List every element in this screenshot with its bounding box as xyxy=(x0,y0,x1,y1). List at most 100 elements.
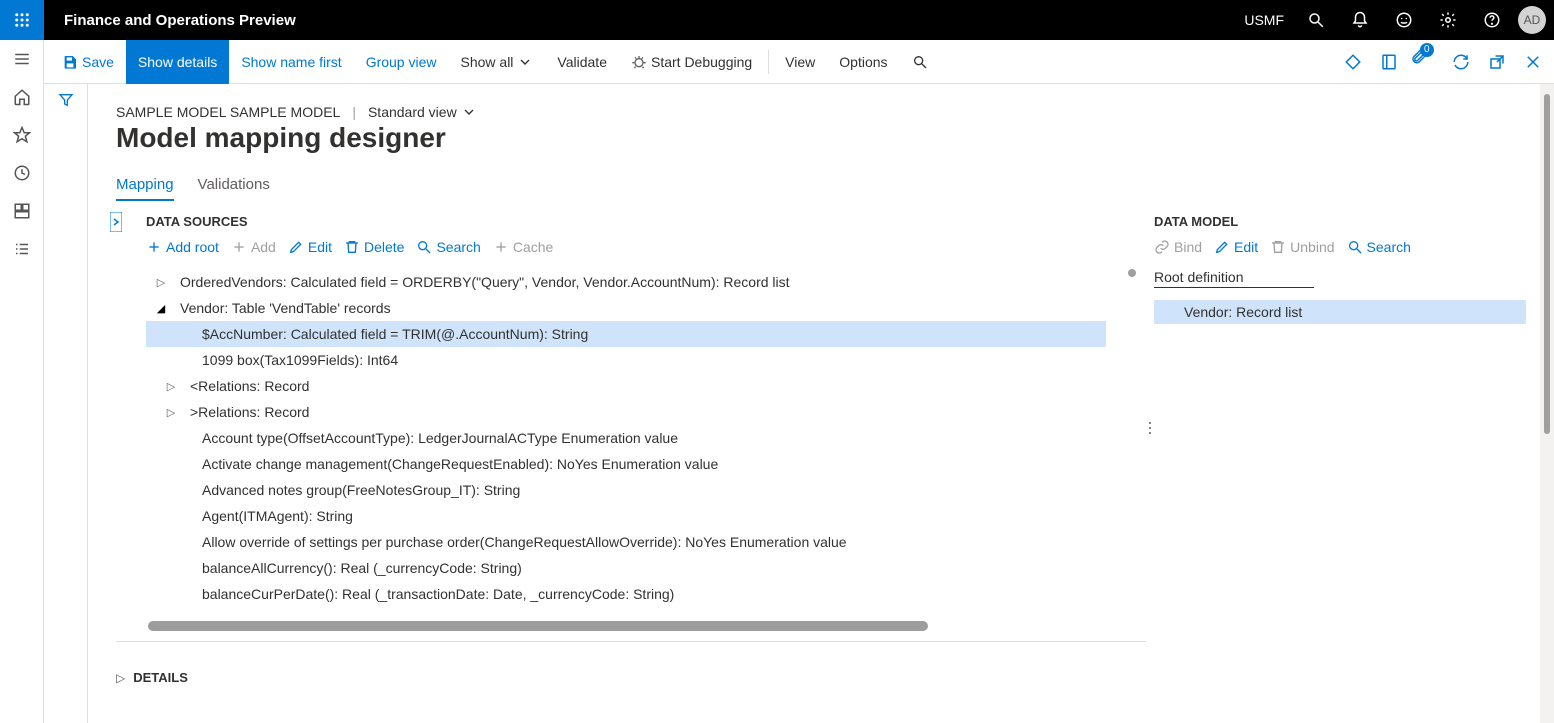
tree-row[interactable]: Advanced notes group(FreeNotesGroup_IT):… xyxy=(146,477,1106,503)
view-name: Standard view xyxy=(368,104,457,120)
tree-row[interactable]: balanceAllCurrency(): Real (_currencyCod… xyxy=(146,555,1106,581)
data-sources-title: DATA SOURCES xyxy=(146,214,1106,229)
expander-icon[interactable]: ◢ xyxy=(152,302,170,315)
save-button[interactable]: Save xyxy=(50,40,126,84)
tree-row[interactable]: ▷ OrderedVendors: Calculated field = ORD… xyxy=(146,269,1106,295)
help-icon[interactable] xyxy=(1470,0,1514,40)
horizontal-scrollbar[interactable] xyxy=(148,621,928,631)
show-name-first-button[interactable]: Show name first xyxy=(229,40,353,84)
avatar[interactable]: AD xyxy=(1518,6,1546,34)
search-icon[interactable] xyxy=(1294,0,1338,40)
show-details-label: Show details xyxy=(138,54,217,70)
show-all-label: Show all xyxy=(461,54,514,70)
filter-rail xyxy=(44,84,88,723)
show-all-dropdown[interactable]: Show all xyxy=(449,40,546,84)
actionbar-separator xyxy=(768,50,769,74)
diamond-icon[interactable] xyxy=(1338,47,1368,77)
breadcrumb-sep: | xyxy=(352,104,356,120)
details-section[interactable]: ▷ DETAILS xyxy=(116,670,1526,685)
group-view-button[interactable]: Group view xyxy=(354,40,449,84)
add-button: Add xyxy=(231,239,276,255)
data-model-title: DATA MODEL xyxy=(1154,214,1526,229)
view-menu[interactable]: View xyxy=(773,40,827,84)
dm-toolbar: Bind Edit Unbind xyxy=(1154,239,1526,255)
ds-search-button[interactable]: Search xyxy=(416,239,480,255)
root-definition-input[interactable] xyxy=(1154,287,1314,288)
content-area: SAMPLE MODEL SAMPLE MODEL | Standard vie… xyxy=(44,84,1554,723)
unbind-button: Unbind xyxy=(1270,239,1334,255)
app-launcher-button[interactable] xyxy=(0,0,44,40)
modules-icon[interactable] xyxy=(0,230,44,268)
ds-tree: ▷ OrderedVendors: Calculated field = ORD… xyxy=(146,269,1106,607)
expander-icon[interactable]: ▷ xyxy=(152,276,170,289)
workspace-icon[interactable] xyxy=(0,192,44,230)
bell-icon[interactable] xyxy=(1338,0,1382,40)
view-label: View xyxy=(785,54,815,70)
tree-row[interactable]: Allow override of settings per purchase … xyxy=(146,529,1106,555)
show-details-button[interactable]: Show details xyxy=(126,40,229,84)
funnel-icon[interactable] xyxy=(58,92,74,723)
dm-edit-button[interactable]: Edit xyxy=(1214,239,1258,255)
scrollbar-thumb[interactable] xyxy=(1544,94,1550,434)
start-debugging-button[interactable]: Start Debugging xyxy=(619,40,764,84)
refresh-icon[interactable] xyxy=(1446,47,1476,77)
save-label: Save xyxy=(82,54,114,70)
group-view-label: Group view xyxy=(366,54,437,70)
binding-indicator xyxy=(1128,269,1136,277)
tree-row[interactable]: balanceCurPerDate(): Real (_transactionD… xyxy=(146,581,1106,607)
attachments-badge: 0 xyxy=(1420,43,1434,57)
tree-row[interactable]: ◢ Vendor: Table 'VendTable' records xyxy=(146,295,1106,321)
view-dropdown[interactable]: Standard view xyxy=(368,104,477,120)
popout-icon[interactable] xyxy=(1482,47,1512,77)
tree-row[interactable]: 1099 box(Tax1099Fields): Int64 xyxy=(146,347,1106,373)
tree-row-selected[interactable]: $AccNumber: Calculated field = TRIM(@.Ac… xyxy=(146,321,1106,347)
page-title: Model mapping designer xyxy=(116,122,1526,154)
show-name-first-label: Show name first xyxy=(241,54,341,70)
settings-icon[interactable] xyxy=(1426,0,1470,40)
dm-tree-item[interactable]: Vendor: Record list xyxy=(1154,300,1526,324)
options-menu[interactable]: Options xyxy=(827,40,899,84)
close-icon[interactable] xyxy=(1518,47,1548,77)
tree-row[interactable]: ▷ <Relations: Record xyxy=(146,373,1106,399)
start-debugging-label: Start Debugging xyxy=(651,54,752,70)
tree-row[interactable]: Account type(OffsetAccountType): LedgerJ… xyxy=(146,425,1106,451)
actionbar-right: 0 xyxy=(1338,47,1548,77)
expander-icon[interactable]: ▷ xyxy=(162,380,180,393)
delete-button[interactable]: Delete xyxy=(344,239,404,255)
ds-toolbar: Add root Add Edit xyxy=(146,239,1106,255)
validate-button[interactable]: Validate xyxy=(545,40,619,84)
recent-icon[interactable] xyxy=(0,154,44,192)
tab-mapping[interactable]: Mapping xyxy=(116,176,174,201)
root-definition-label: Root definition xyxy=(1154,269,1526,285)
global-topbar: Finance and Operations Preview USMF AD xyxy=(0,0,1554,40)
expander-icon[interactable]: ▷ xyxy=(162,406,180,419)
tree-row[interactable]: ▷ >Relations: Record xyxy=(146,399,1106,425)
tree-row[interactable]: Activate change management(ChangeRequest… xyxy=(146,451,1106,477)
left-rail xyxy=(0,40,44,723)
dm-search-button[interactable]: Search xyxy=(1347,239,1411,255)
collapse-pane-icon[interactable] xyxy=(110,212,122,232)
tree-row[interactable]: Agent(ITMAgent): String xyxy=(146,503,1106,529)
actionbar-search-icon[interactable] xyxy=(900,40,940,84)
splitter[interactable] xyxy=(1146,214,1154,642)
designer: DATA SOURCES Add root Add xyxy=(116,214,1526,642)
data-sources-pane: DATA SOURCES Add root Add xyxy=(116,214,1146,642)
home-icon[interactable] xyxy=(0,78,44,116)
add-root-button[interactable]: Add root xyxy=(146,239,219,255)
attachments-icon[interactable]: 0 xyxy=(1410,47,1440,77)
cache-button: Cache xyxy=(493,239,553,255)
options-label: Options xyxy=(839,54,887,70)
office-icon[interactable] xyxy=(1374,47,1404,77)
page: SAMPLE MODEL SAMPLE MODEL | Standard vie… xyxy=(88,84,1554,723)
edit-button[interactable]: Edit xyxy=(288,239,332,255)
app-title: Finance and Operations Preview xyxy=(44,12,296,29)
org-label[interactable]: USMF xyxy=(1234,12,1294,28)
details-label: DETAILS xyxy=(133,670,188,685)
main-column: Save Show details Show name first Group … xyxy=(44,40,1554,723)
tab-validations[interactable]: Validations xyxy=(198,176,270,201)
star-icon[interactable] xyxy=(0,116,44,154)
page-scrollbar[interactable] xyxy=(1540,84,1554,723)
hamburger-icon[interactable] xyxy=(0,40,44,78)
topbar-right: USMF AD xyxy=(1234,0,1554,40)
feedback-icon[interactable] xyxy=(1382,0,1426,40)
